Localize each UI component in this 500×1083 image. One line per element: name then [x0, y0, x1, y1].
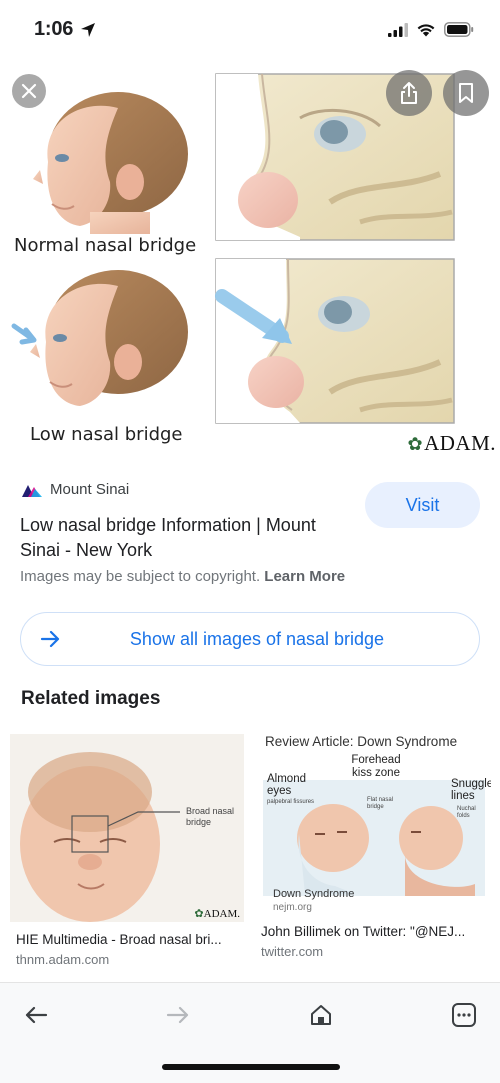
show-all-label: Show all images of nasal bridge — [129, 628, 385, 649]
related-image-card[interactable]: Broad nasal bridge ✿ADAM. HIE Multimedia… — [10, 734, 244, 967]
related-image-caption[interactable]: John Billimek on Twitter: "@NEJ... — [261, 924, 491, 939]
mount-sinai-logo-icon — [22, 484, 42, 497]
related-images-heading: Related images — [21, 688, 161, 709]
home-indicator[interactable] — [162, 1064, 340, 1070]
related-image-caption[interactable]: HIE Multimedia - Broad nasal bri... — [16, 932, 244, 947]
visit-button[interactable]: Visit — [365, 482, 480, 528]
home-button[interactable] — [305, 999, 337, 1031]
close-icon — [21, 83, 37, 99]
tabs-button[interactable] — [448, 999, 480, 1031]
flat-nasal-bridge-label: Flat nasal bridge — [367, 797, 394, 810]
arrow-right-icon — [40, 630, 60, 648]
caption-normal-nasal-bridge: Normal nasal bridge — [14, 235, 196, 256]
share-button[interactable] — [386, 70, 432, 116]
adam-logo-small: ✿ADAM. — [194, 908, 240, 920]
copyright-notice: Images may be subject to copyright. Lear… — [20, 568, 345, 585]
bookmark-button[interactable] — [443, 70, 489, 116]
source-name: Mount Sinai — [50, 481, 130, 498]
review-article-title: Review Article: Down Syndrome — [265, 734, 458, 749]
forward-arrow-icon — [166, 1006, 189, 1024]
bookmark-icon — [459, 83, 473, 103]
caption-low-nasal-bridge: Low nasal bridge — [30, 424, 183, 445]
adam-logo: ✿ADAM. — [407, 431, 496, 455]
forward-button[interactable] — [162, 999, 194, 1031]
related-image-thumbnail[interactable]: Broad nasal bridge ✿ADAM. — [10, 734, 244, 922]
show-all-images-button[interactable]: Show all images of nasal bridge — [20, 612, 480, 666]
home-icon — [311, 1005, 331, 1025]
source-row[interactable]: Mount Sinai — [22, 481, 129, 498]
related-image-thumbnail[interactable]: Review Article: Down Syndrome Almond eye… — [255, 734, 491, 922]
broad-nasal-bridge-label: Broad nasal bridge — [186, 806, 235, 827]
share-icon — [401, 82, 417, 104]
learn-more-link[interactable]: Learn More — [264, 568, 345, 585]
status-bar: 1:06 — [0, 0, 500, 62]
forehead-kiss-zone-label: Forehead kiss zone — [351, 754, 401, 779]
status-icons — [388, 22, 474, 37]
related-image-domain: twitter.com — [261, 944, 324, 959]
related-image-card[interactable]: Review Article: Down Syndrome Almond eye… — [255, 734, 491, 959]
close-button[interactable] — [12, 74, 46, 108]
status-time: 1:06 — [34, 18, 74, 40]
result-title[interactable]: Low nasal bridge Information | Mount Sin… — [20, 513, 355, 563]
nejm-source: nejm.org — [273, 902, 312, 913]
nuchal-folds-label: Nuchal folds — [457, 806, 476, 819]
wifi-icon — [417, 24, 435, 37]
cellular-signal-icon — [388, 22, 408, 37]
hero-illustration: Normal nasal bridge Low nasal bridge — [11, 73, 455, 445]
tabs-menu-icon — [452, 1003, 476, 1027]
snuggle-lines-label: Snuggle lines — [451, 778, 491, 802]
related-image-domain: thnm.adam.com — [16, 952, 110, 967]
almond-eyes-label: Almond eyes — [267, 773, 306, 797]
battery-icon — [444, 22, 474, 37]
baby-face-illustration — [10, 734, 244, 922]
back-arrow-icon — [25, 1006, 48, 1024]
palpebral-fissures-label: palpebral fissures — [267, 799, 315, 805]
location-arrow-icon — [81, 23, 95, 37]
hero-image[interactable]: Normal nasal bridge Low nasal bridge ✿AD… — [0, 62, 500, 460]
copyright-text: Images may be subject to copyright. — [20, 568, 261, 585]
back-button[interactable] — [20, 999, 52, 1031]
down-syndrome-footer: Down Syndrome — [273, 888, 355, 900]
